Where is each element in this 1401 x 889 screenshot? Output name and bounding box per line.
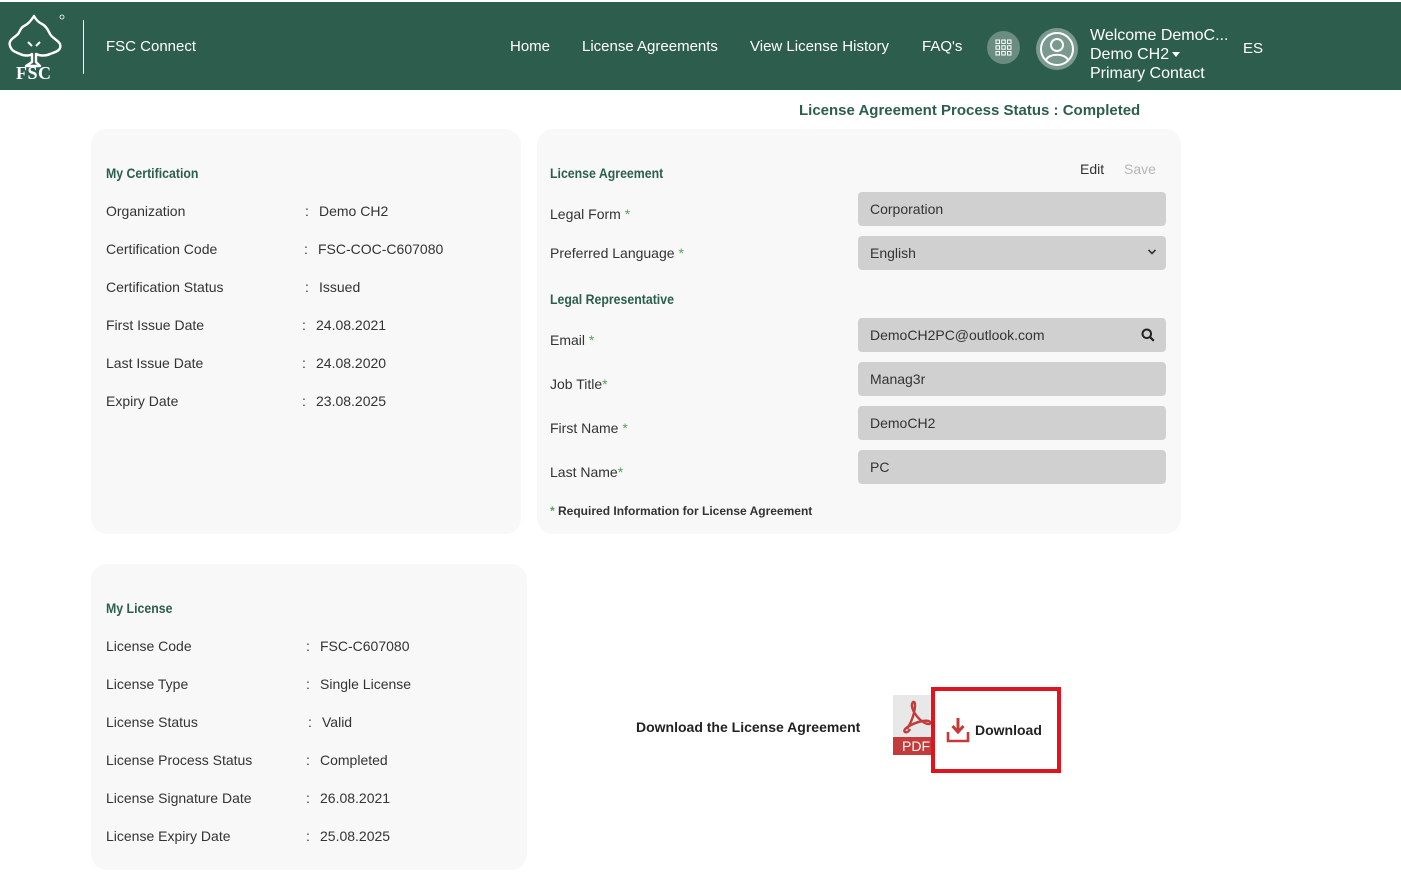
- user-name-dropdown[interactable]: Demo CH2: [1090, 45, 1228, 64]
- user-name: Demo CH2: [1090, 46, 1170, 63]
- colon: :: [306, 752, 310, 768]
- colon: :: [306, 676, 310, 692]
- colon: :: [302, 393, 306, 409]
- welcome-text: Welcome DemoC...: [1090, 27, 1229, 44]
- job-title-label: Job Title*: [550, 376, 608, 392]
- cert-organization-label: Organization: [106, 203, 186, 219]
- certification-title: My Certification: [106, 165, 199, 181]
- license-code-label: License Code: [106, 638, 192, 654]
- fsc-logo[interactable]: FSC: [6, 12, 66, 83]
- preferred-language-value: English: [870, 245, 916, 261]
- preferred-language-select[interactable]: English: [858, 236, 1166, 270]
- process-status: License Agreement Process Status : Compl…: [799, 102, 1141, 119]
- license-expiry-date-label: License Expiry Date: [106, 828, 231, 844]
- download-button-label: Download: [975, 722, 1042, 738]
- colon: :: [302, 355, 306, 371]
- colon: :: [306, 790, 310, 806]
- user-role: Primary Contact: [1090, 65, 1205, 82]
- colon: :: [304, 241, 308, 257]
- cert-last-issue-label: Last Issue Date: [106, 355, 204, 371]
- fsc-logo-text: FSC: [16, 63, 52, 83]
- user-avatar-icon: [1040, 32, 1074, 66]
- license-title: My License: [106, 600, 173, 616]
- preferred-language-label: Preferred Language *: [550, 245, 684, 261]
- email-label: Email *: [550, 332, 595, 348]
- user-menu[interactable]: Welcome DemoC... Demo CH2 Primary Contac…: [1090, 26, 1228, 83]
- cert-last-issue-value: 24.08.2020: [316, 355, 387, 371]
- download-icon: [946, 718, 970, 743]
- colon: :: [306, 828, 310, 844]
- email-field[interactable]: DemoCH2PC@outlook.com: [858, 318, 1166, 352]
- license-type-label: License Type: [106, 676, 189, 692]
- cert-status-value: Issued: [319, 279, 361, 295]
- cert-code-label: Certification Code: [106, 241, 218, 257]
- cert-expiry-value: 23.08.2025: [316, 393, 387, 409]
- required-note: * Required Information for License Agree…: [550, 504, 813, 518]
- nav-view-license-history[interactable]: View License History: [750, 38, 889, 55]
- last-name-label: Last Name*: [550, 464, 624, 480]
- download-label: Download the License Agreement: [636, 719, 861, 735]
- cert-status-label: Certification Status: [106, 279, 224, 295]
- download-button[interactable]: Download: [931, 687, 1061, 773]
- colon: :: [305, 279, 309, 295]
- apps-grid-button[interactable]: [987, 31, 1020, 64]
- save-button: Save: [1124, 161, 1156, 177]
- license-agreement-title: License Agreement: [550, 165, 664, 181]
- cert-expiry-label: Expiry Date: [106, 393, 179, 409]
- nav-home[interactable]: Home: [510, 38, 550, 55]
- license-process-status-label: License Process Status: [106, 752, 253, 768]
- search-icon[interactable]: [1141, 328, 1155, 342]
- colon: :: [306, 638, 310, 654]
- caret-down-icon: [1172, 52, 1181, 58]
- license-status-label: License Status: [106, 714, 198, 730]
- language-switch[interactable]: ES: [1243, 40, 1263, 57]
- license-process-status-value: Completed: [320, 752, 388, 768]
- nav-faqs[interactable]: FAQ's: [922, 38, 962, 55]
- license-code-value: FSC-C607080: [320, 638, 410, 654]
- cert-organization-value: Demo CH2: [319, 203, 389, 219]
- legal-form-label: Legal Form *: [550, 206, 631, 222]
- top-navbar: FSC FSC Connect Home License Agreements …: [0, 2, 1401, 90]
- apps-grid-icon: [995, 39, 1012, 56]
- legal-form-field[interactable]: Corporation: [858, 192, 1166, 226]
- nav-license-agreements[interactable]: License Agreements: [582, 38, 718, 55]
- license-signature-date-label: License Signature Date: [106, 790, 252, 806]
- colon: :: [305, 203, 309, 219]
- license-status-value: Valid: [322, 714, 353, 730]
- email-value: DemoCH2PC@outlook.com: [870, 327, 1045, 343]
- logo-divider: [83, 20, 84, 74]
- license-signature-date-value: 26.08.2021: [320, 790, 391, 806]
- colon: :: [302, 317, 306, 333]
- first-name-label: First Name *: [550, 420, 628, 436]
- pdf-label-text: PDF: [902, 738, 930, 754]
- chevron-down-icon: [1148, 249, 1156, 255]
- colon: :: [308, 714, 312, 730]
- legal-representative-title: Legal Representative: [550, 291, 674, 307]
- license-type-value: Single License: [320, 676, 412, 692]
- license-expiry-date-value: 25.08.2025: [320, 828, 391, 844]
- cert-code-value: FSC-COC-C607080: [318, 241, 444, 257]
- app-name[interactable]: FSC Connect: [106, 38, 196, 55]
- first-name-field[interactable]: DemoCH2: [858, 406, 1166, 440]
- job-title-field[interactable]: Manag3r: [858, 362, 1166, 396]
- cert-first-issue-label: First Issue Date: [106, 317, 205, 333]
- edit-button[interactable]: Edit: [1080, 161, 1104, 177]
- user-avatar[interactable]: [1036, 28, 1078, 70]
- cert-first-issue-value: 24.08.2021: [316, 317, 387, 333]
- last-name-field[interactable]: PC: [858, 450, 1166, 484]
